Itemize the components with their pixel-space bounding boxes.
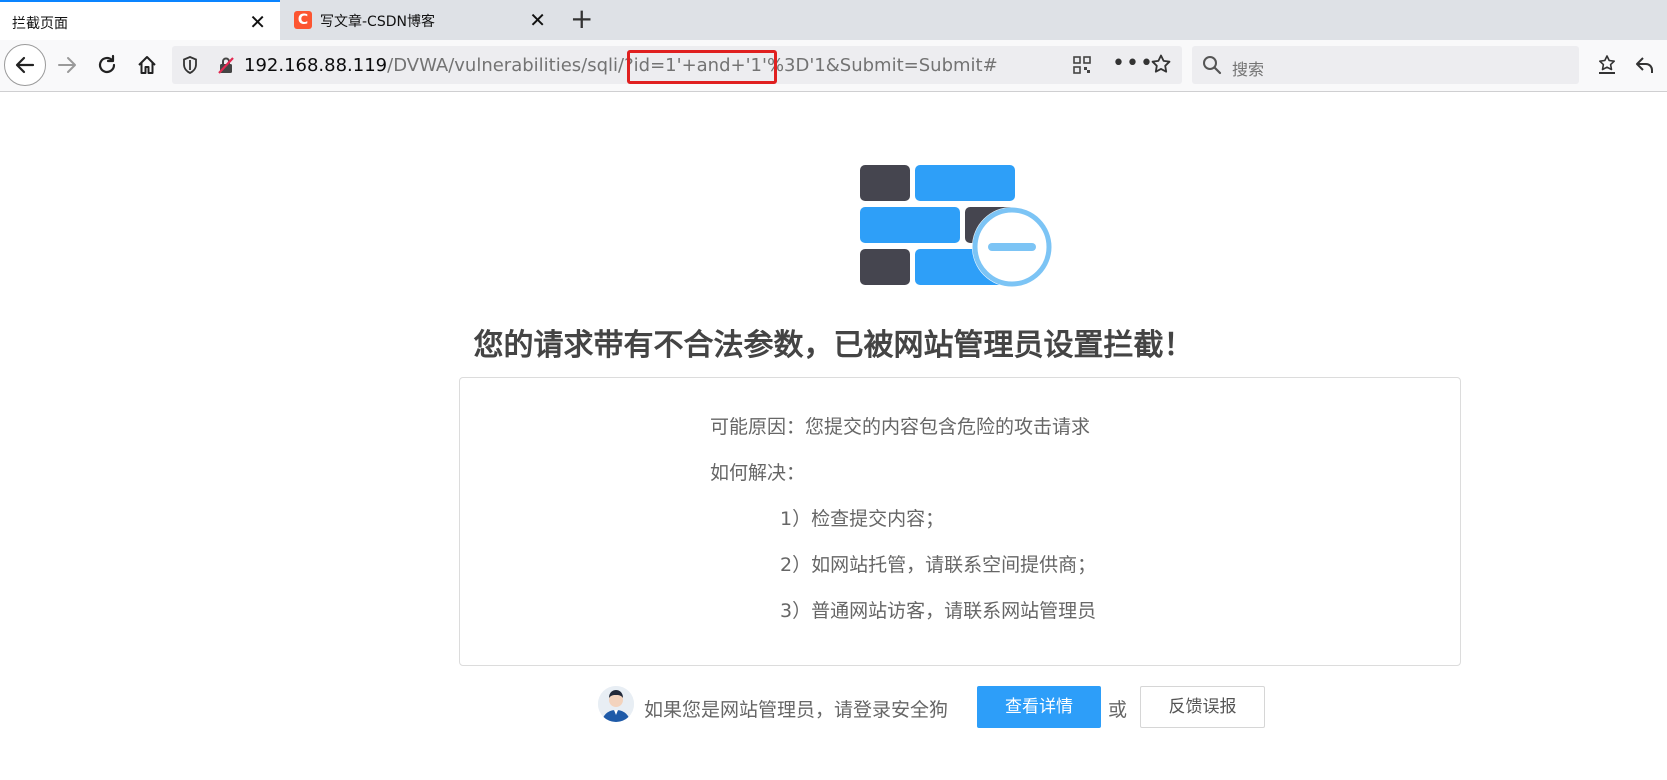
tab-strip: 拦截页面 ✕ C 写文章-CSDN博客 ✕ + [0, 0, 1667, 40]
tracking-shield-icon[interactable] [180, 55, 200, 75]
block-reason-panel: 可能原因：您提交的内容包含危险的攻击请求 如何解决： 1）检查提交内容； 2）如… [459, 377, 1461, 666]
possible-reason-text: 可能原因：您提交的内容包含危险的攻击请求 [710, 416, 1091, 438]
undo-arrow-icon [1636, 57, 1653, 73]
url-injection-highlight-box [627, 50, 777, 84]
close-tab-icon[interactable]: ✕ [249, 10, 266, 34]
tab-title: 写文章-CSDN博客 [320, 14, 435, 30]
forward-button[interactable] [52, 50, 82, 80]
home-button[interactable] [132, 50, 162, 80]
undo-button[interactable] [1630, 50, 1660, 80]
new-tab-plus-icon[interactable]: + [570, 4, 593, 34]
resolution-step: 3）普通网站访客，请联系网站管理员 [780, 600, 1097, 622]
qr-code-icon[interactable] [1072, 55, 1092, 75]
bookmark-star-icon[interactable] [1150, 53, 1172, 75]
tab-block-page[interactable]: 拦截页面 ✕ [0, 0, 280, 40]
search-icon [1203, 56, 1222, 75]
tab-csdn[interactable]: C 写文章-CSDN博客 ✕ [280, 0, 560, 40]
back-button[interactable] [4, 44, 46, 86]
or-separator-text: 或 [1108, 699, 1128, 721]
csdn-favicon-icon: C [294, 11, 312, 29]
search-bar[interactable]: 搜索 [1192, 46, 1579, 84]
page-actions-more-icon[interactable]: ••• [1112, 51, 1154, 76]
library-button[interactable] [1592, 50, 1622, 80]
reload-button[interactable] [92, 50, 122, 80]
url-text[interactable]: 192.168.88.119/DVWA/vulnerabilities/sqli… [244, 55, 998, 76]
reload-icon [98, 54, 116, 74]
view-details-button[interactable]: 查看详情 [977, 686, 1101, 728]
home-icon [138, 56, 156, 74]
how-to-resolve-label: 如何解决： [710, 462, 806, 484]
bookmark-shelf-icon [1599, 55, 1615, 74]
navigation-toolbar: 192.168.88.119/DVWA/vulnerabilities/sqli… [0, 40, 1667, 92]
block-headline: 您的请求带有不合法参数，已被网站管理员设置拦截！ [473, 328, 1194, 363]
resolution-step: 1）检查提交内容； [780, 508, 945, 530]
insecure-lock-icon[interactable] [216, 55, 236, 75]
search-placeholder: 搜索 [1232, 60, 1265, 79]
forward-arrow-icon [58, 57, 76, 73]
tab-title: 拦截页面 [12, 16, 68, 32]
back-arrow-icon [15, 56, 35, 74]
report-false-positive-button[interactable]: 反馈误报 [1140, 686, 1265, 728]
admin-login-prompt: 如果您是网站管理员，请登录安全狗 [644, 699, 949, 721]
url-host: 192.168.88.119 [244, 55, 388, 76]
close-tab-icon[interactable]: ✕ [529, 8, 546, 32]
admin-avatar-icon [598, 686, 634, 722]
firewall-block-icon [860, 165, 1052, 287]
resolution-step: 2）如网站托管，请联系空间提供商； [780, 554, 1097, 576]
